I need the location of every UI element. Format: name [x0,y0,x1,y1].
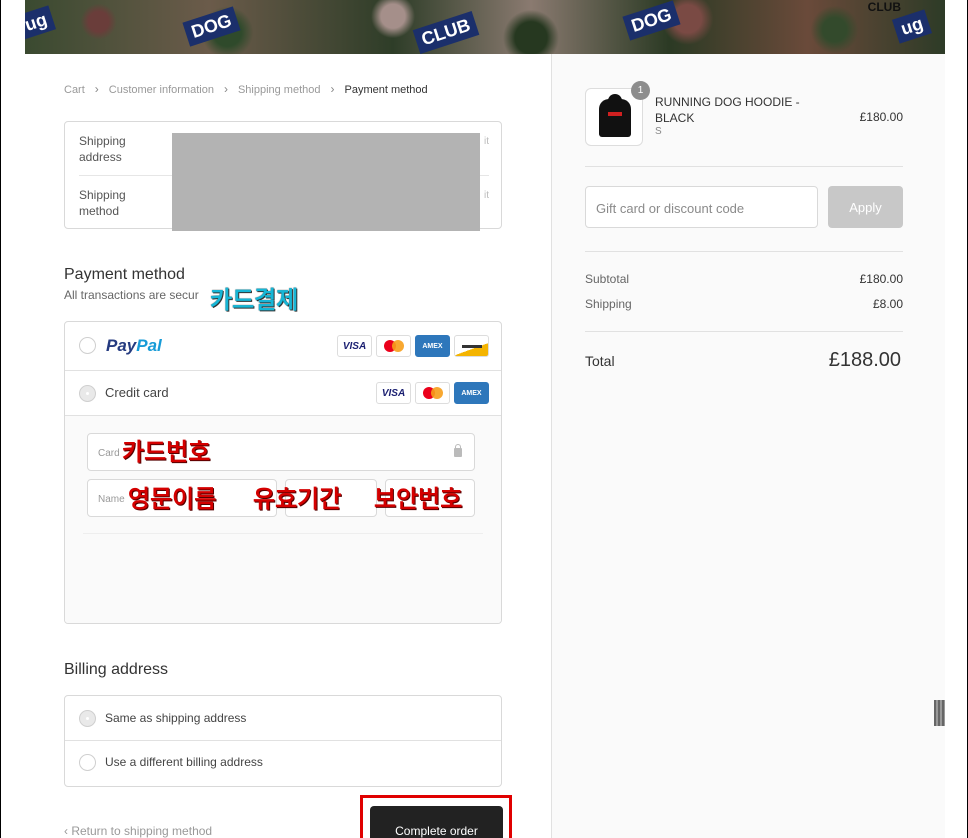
paypal-option[interactable]: PayPal VISA AMEX [65,322,501,371]
complete-order-button[interactable]: Complete order [370,806,503,838]
billing-different-label: Use a different billing address [105,755,263,769]
billing-different-radio[interactable] [79,754,96,771]
product-variant: S [655,126,662,137]
change-address-link[interactable]: it [484,134,489,150]
breadcrumb: Cart › Customer information › Shipping metho… [64,82,428,96]
chevron-right-icon: › [330,82,335,96]
breadcrumb-customer-information[interactable]: Customer information [109,84,214,96]
payment-method-title: Payment method [64,266,185,283]
quantity-badge: 1 [631,81,650,100]
paypal-radio[interactable] [79,337,96,354]
return-to-shipping-link[interactable]: ‹ Return to shipping method [64,824,212,838]
divider [585,331,903,332]
total-label: Total [585,353,615,369]
mastercard-icon [415,382,450,404]
visa-icon: VISA [337,335,372,357]
billing-same-label: Same as shipping address [105,711,247,725]
annotation-expiry: 유효기간 [253,485,342,513]
scrollbar-thumb[interactable] [934,700,945,726]
subtotal-value: £180.00 [859,272,903,286]
hoodie-image [599,94,631,137]
complete-order-highlight: Complete order [360,795,512,838]
breadcrumb-shipping-method[interactable]: Shipping method [238,84,321,96]
shipping-row: Shipping £8.00 [585,297,903,311]
banner-graphic: ug [891,9,933,44]
card-network-icon [454,335,489,357]
credit-card-radio[interactable] [79,385,96,402]
divider [585,251,903,252]
store-logo[interactable]: CLUB [868,0,901,14]
credit-card-label: Credit card [105,385,169,400]
billing-same-option[interactable]: Same as shipping address [65,696,501,741]
header-banner: ug DOG CLUB DOG ug CLUB [25,0,945,54]
discount-code-input[interactable]: Gift card or discount code [585,186,818,228]
divider [83,533,483,534]
payment-security-note: All transactions are secur [64,288,199,302]
banner-graphic: DOG [622,0,681,41]
apply-discount-button[interactable]: Apply [828,186,903,228]
paypal-card-icons: VISA AMEX [337,335,489,357]
shipping-value: £8.00 [872,297,903,311]
paypal-logo: PayPal [106,336,162,355]
billing-different-option[interactable]: Use a different billing address [65,742,501,787]
annotation-card-payment: 카드결제 [210,286,299,314]
lock-icon [454,444,462,457]
product-name: RUNNING DOG HOODIE - BLACK [655,95,800,125]
redacted-block [172,133,480,231]
product-price: £180.00 [859,110,903,124]
total-value: £188.00 [828,349,901,371]
banner-graphic: CLUB [412,11,480,54]
billing-address-title: Billing address [64,661,169,678]
billing-same-radio[interactable] [79,710,96,727]
annotation-name: 영문이름 [128,485,217,513]
chevron-right-icon: › [223,82,228,96]
divider [585,166,903,167]
subtotal-label: Subtotal [585,272,630,286]
credit-card-icons: VISA AMEX [376,382,489,404]
breadcrumb-cart[interactable]: Cart [64,84,85,96]
subtotal-row: Subtotal £180.00 [585,272,903,286]
shipping-address-label: Shipping address [79,134,126,164]
banner-graphic: ug [25,5,57,40]
banner-graphic: DOG [182,6,241,47]
card-number-placeholder: Card [98,448,120,459]
order-summary-panel [551,54,945,838]
name-placeholder: Name [98,494,125,505]
mastercard-icon [376,335,411,357]
annotation-card-number: 카드번호 [122,438,211,466]
billing-options-box: Same as shipping address Use a different… [64,695,502,787]
order-line-item: 1 RUNNING DOG HOODIE - BLACK S £180.00 [585,81,903,148]
visa-icon: VISA [376,382,411,404]
credit-card-option[interactable]: Credit card VISA AMEX [65,371,501,416]
amex-icon: AMEX [415,335,450,357]
amex-icon: AMEX [454,382,489,404]
payment-options-box: PayPal VISA AMEX Credit card VISA AMEX C… [64,321,502,624]
chevron-right-icon: › [94,82,99,96]
change-method-link[interactable]: it [484,188,489,204]
annotation-security-code: 보안번호 [374,485,463,513]
shipping-method-label: Shipping method [79,188,126,218]
breadcrumb-payment-method: Payment method [344,84,428,96]
shipping-label: Shipping [585,297,632,311]
checkout-page: ug DOG CLUB DOG ug CLUB Cart › Customer in… [0,0,968,838]
